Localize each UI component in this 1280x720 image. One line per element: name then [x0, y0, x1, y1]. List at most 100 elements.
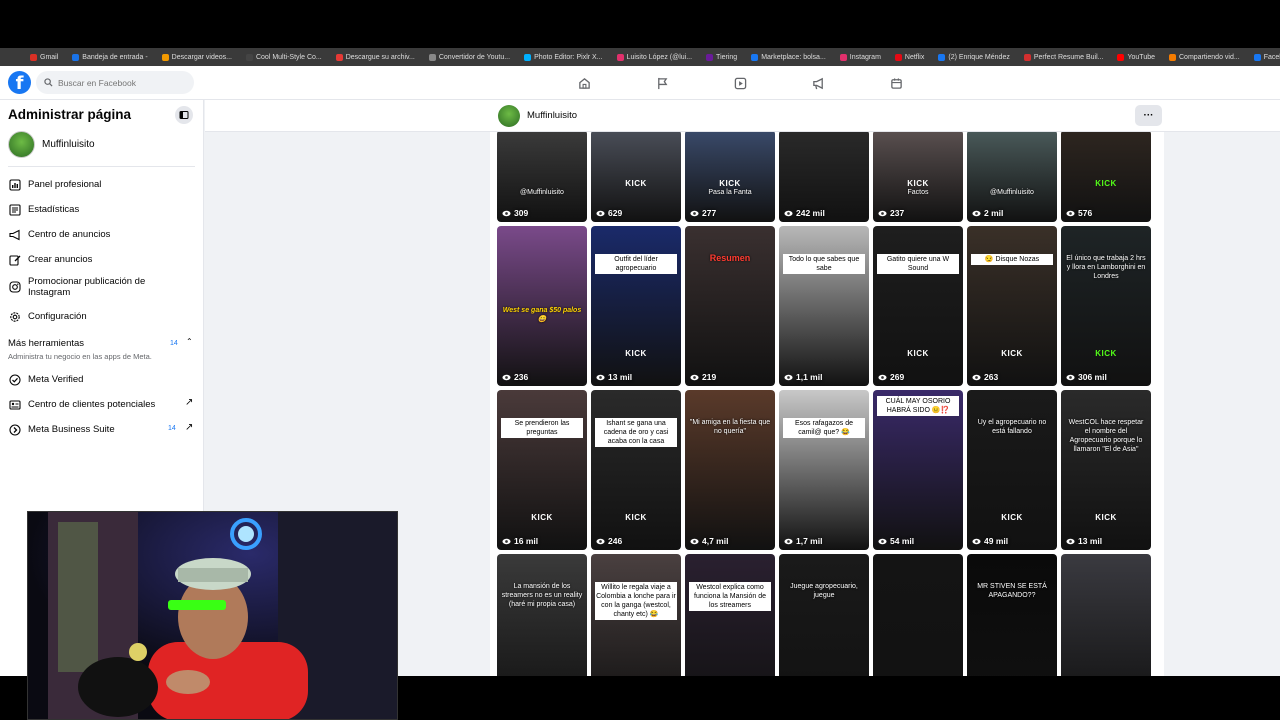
page-profile[interactable]: Muffinluisito — [8, 131, 95, 158]
external-link-icon[interactable]: ↗ — [185, 422, 193, 433]
leads-icon — [8, 398, 21, 411]
bookmark-item[interactable]: Perfect Resume Buil... — [1023, 53, 1103, 61]
reel-card[interactable]: @Muffinluisito 309 — [497, 132, 587, 222]
reel-card[interactable]: WestCOL hace respetar el nombre del Agro… — [1061, 390, 1151, 550]
bookmark-item[interactable]: Netflix — [894, 53, 924, 61]
view-count: 4,7 mil — [702, 536, 729, 546]
view-count: 242 mil — [796, 208, 825, 218]
reel-card[interactable]: KICK 629 — [591, 132, 681, 222]
reel-card[interactable]: El único que trabaja 2 hrs y llora en La… — [1061, 226, 1151, 386]
bookmark-item[interactable]: Compartiendo vid... — [1169, 53, 1240, 61]
sidebar-item-label: Centro de clientes potenciales — [28, 399, 156, 410]
eye-icon — [784, 210, 793, 216]
kick-watermark: KICK — [1095, 513, 1117, 522]
bookmark-item[interactable]: Marketplace: bolsa... — [751, 53, 826, 61]
reel-card[interactable]: Willito le regala viaje a Colombia a lon… — [591, 554, 681, 676]
search-input[interactable] — [58, 77, 188, 88]
reel-card[interactable]: Resumen 219 — [685, 226, 775, 386]
sidebar-item-label: Estadísticas — [28, 204, 80, 215]
reel-views: 54 mil — [878, 536, 914, 546]
reel-card[interactable]: Factos KICK 237 — [873, 132, 963, 222]
reel-card[interactable]: Juegue agropecuario, juegueKICK — [779, 554, 869, 676]
reel-views: 236 — [502, 372, 528, 382]
bookmark-item[interactable]: Bandeja de entrada - — [72, 53, 148, 61]
eye-icon — [690, 374, 699, 380]
favicon-icon — [428, 53, 436, 61]
chevron-up-icon[interactable]: ⌃ — [186, 337, 193, 346]
avatar[interactable] — [498, 105, 520, 127]
sidebar-item-insights[interactable]: Estadísticas — [8, 203, 198, 216]
bookmark-item[interactable]: Photo Editor: Pixlr X... — [524, 53, 603, 61]
reel-card[interactable]: Outfit del líder agropecuario KICK 13 mil — [591, 226, 681, 386]
reel-caption: La mansión de los streamers no es un rea… — [501, 583, 583, 608]
reel-card[interactable]: Ishant se gana una cadena de oro y casi … — [591, 390, 681, 550]
reel-card[interactable]: Pasa la Fanta KICK 277 — [685, 132, 775, 222]
sidebar-item-ads-center[interactable]: Centro de anuncios — [8, 228, 198, 241]
sidebar-item-settings[interactable]: Configuración — [8, 310, 198, 323]
megaphone-icon[interactable] — [779, 66, 857, 100]
bookmark-item[interactable]: Luisito López (@lui... — [616, 53, 692, 61]
reel-card[interactable]: Gatito quiere una W Sound KICK 269 — [873, 226, 963, 386]
sidebar-item-professional-dashboard[interactable]: Panel profesional — [8, 178, 198, 191]
video-icon[interactable] — [701, 66, 779, 100]
eye-icon — [1066, 538, 1075, 544]
reel-card[interactable]: 242 mil — [779, 132, 869, 222]
facebook-logo[interactable]: f — [8, 71, 31, 94]
sidebar-item-promote-instagram[interactable]: Promocionar publicación de Instagram — [8, 276, 198, 298]
bookmark-item[interactable]: Instagram — [839, 53, 881, 61]
reel-views: 269 — [878, 372, 904, 382]
reel-card[interactable]: CUÁL MAY OSORIO HABRÁ SIDO 😐⁉️ 54 mil — [873, 390, 963, 550]
bookmarks-bar: Gmail Bandeja de entrada - Descargar video… — [0, 48, 1280, 66]
external-link-icon[interactable]: ↗ — [185, 397, 193, 408]
reel-card[interactable] — [873, 554, 963, 676]
eye-icon — [878, 210, 887, 216]
reel-card[interactable] — [1061, 554, 1151, 676]
view-count: 54 mil — [890, 536, 915, 546]
bookmark-item[interactable]: Facebook – Inicia se... — [1253, 53, 1280, 61]
sidebar-title: Administrar página — [8, 107, 132, 122]
reel-card[interactable]: Todo lo que sabes que sabe 1,1 mil — [779, 226, 869, 386]
sidebar-item-create-ads[interactable]: Crear anuncios — [8, 253, 198, 266]
kick-watermark: KICK — [1001, 513, 1023, 522]
reel-card[interactable]: La mansión de los streamers no es un rea… — [497, 554, 587, 676]
bookmark-label: Cool Multi-Style Co... — [255, 53, 322, 61]
sidebar-item-meta-verified[interactable]: Meta Verified — [8, 373, 198, 386]
flag-icon[interactable] — [623, 66, 701, 100]
more-tools-title[interactable]: Más herramientas — [8, 338, 84, 349]
bookmark-item[interactable]: Convertidor de Youtu... — [428, 53, 510, 61]
reel-card[interactable]: @Muffinluisito 2 mil — [967, 132, 1057, 222]
reel-card[interactable]: Se prendieron las preguntas KICK 16 mil — [497, 390, 587, 550]
reel-card[interactable]: Uy el agropecuario no está fallando KICK 4… — [967, 390, 1057, 550]
bookmark-item[interactable]: (2) Enrique Méndez — [938, 53, 1010, 61]
reel-card[interactable]: KICK 576 — [1061, 132, 1151, 222]
bookmark-item[interactable]: Descargar videos... — [161, 53, 232, 61]
reel-card[interactable]: MR STIVEN SE ESTÁ APAGANDO?? — [967, 554, 1057, 676]
collapse-sidebar-button[interactable] — [175, 106, 193, 124]
reel-card[interactable]: Esos rafagazos de camil@ que? 😂 1,7 mil — [779, 390, 869, 550]
favicon-icon — [161, 53, 169, 61]
eye-icon — [784, 538, 793, 544]
home-icon[interactable] — [545, 66, 623, 100]
view-count: 236 — [514, 372, 529, 382]
reel-card[interactable]: West se gana $50 palos 😄 236 — [497, 226, 587, 386]
favicon-icon — [1169, 53, 1176, 61]
reel-caption: Ishant se gana una cadena de oro y casi … — [595, 418, 677, 447]
bookmark-item[interactable]: Tiering — [706, 53, 737, 61]
bookmark-item[interactable]: Cool Multi-Style Co... — [245, 53, 322, 61]
reel-card[interactable]: 😏 Disque Nozas KICK 263 — [967, 226, 1057, 386]
favicon-icon — [524, 53, 532, 61]
reel-card[interactable]: Westcol explica como funciona la Mansión… — [685, 554, 775, 676]
view-count: 13 mil — [608, 372, 633, 382]
eye-icon — [878, 374, 887, 380]
sidebar-item-leads-center[interactable]: Centro de clientes potenciales — [8, 398, 198, 411]
marketplace-icon[interactable] — [857, 66, 935, 100]
more-options-button[interactable]: ··· — [1135, 105, 1162, 126]
page-name[interactable]: Muffinluisito — [527, 110, 577, 121]
search-box[interactable] — [36, 71, 194, 94]
bookmark-item[interactable]: YouTube — [1117, 53, 1155, 61]
bookmark-label: Compartiendo vid... — [1179, 53, 1240, 61]
reel-card[interactable]: "Mi amiga en la fiesta que no quería" 4,7… — [685, 390, 775, 550]
bookmark-item[interactable]: Gmail — [30, 53, 58, 61]
bookmark-label: YouTube — [1127, 53, 1155, 61]
bookmark-item[interactable]: Descargue su archiv... — [335, 53, 415, 61]
